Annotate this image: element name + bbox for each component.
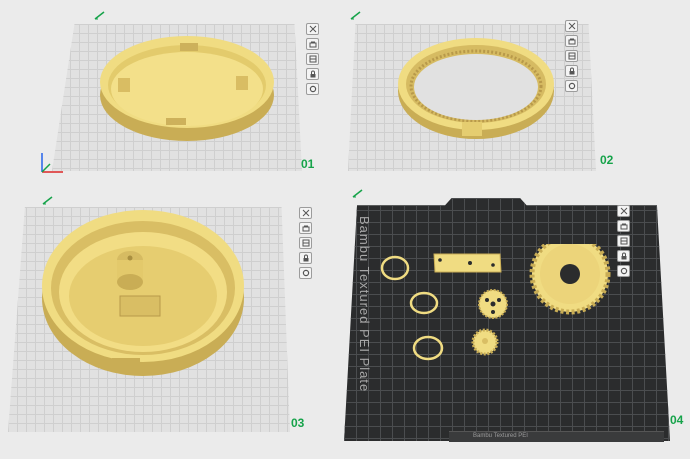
orient-icon[interactable] [617,235,630,247]
settings-icon[interactable] [617,265,630,277]
arrange-icon[interactable] [565,35,578,47]
ring-gear-part[interactable] [396,34,556,144]
lock-icon[interactable] [617,250,630,262]
arrange-icon[interactable] [617,220,630,232]
orient-icon[interactable] [565,50,578,62]
plate-01-toolbar [306,23,319,98]
plate-number: 01 [301,157,315,171]
axis-gizmo-icon [41,153,63,173]
lock-icon[interactable] [306,68,319,80]
lock-icon[interactable] [565,65,578,77]
close-icon[interactable] [299,207,312,219]
close-icon[interactable] [565,20,578,32]
plate-number: 02 [600,153,614,167]
plate-02-toolbar [565,20,578,95]
arrange-icon[interactable] [306,38,319,50]
plate-texture-label: Bambu Textured PEI Plate [357,216,372,393]
edit-plate-name-icon[interactable] [94,10,106,20]
plate-number: 04 [670,413,684,427]
orient-icon[interactable] [306,53,319,65]
small-parts-group[interactable] [380,244,630,369]
strip-text: Bambu Textured PEI [473,433,528,439]
settings-icon[interactable] [565,80,578,92]
edit-plate-name-icon[interactable] [42,195,54,205]
settings-icon[interactable] [306,83,319,95]
round-lid-part[interactable] [96,32,278,144]
base-housing-part[interactable] [40,208,246,378]
settings-icon[interactable] [299,267,312,279]
plate-03-toolbar [299,207,312,282]
close-icon[interactable] [306,23,319,35]
edit-plate-name-icon[interactable] [350,10,362,20]
lock-icon[interactable] [299,252,312,264]
plate-04-toolbar [617,205,630,280]
arrange-icon[interactable] [299,222,312,234]
plate-number: 03 [291,416,305,430]
orient-icon[interactable] [299,237,312,249]
edit-plate-name-icon[interactable] [352,188,364,198]
close-icon[interactable] [617,205,630,217]
plate-status-strip: Bambu Textured PEI [449,431,664,442]
